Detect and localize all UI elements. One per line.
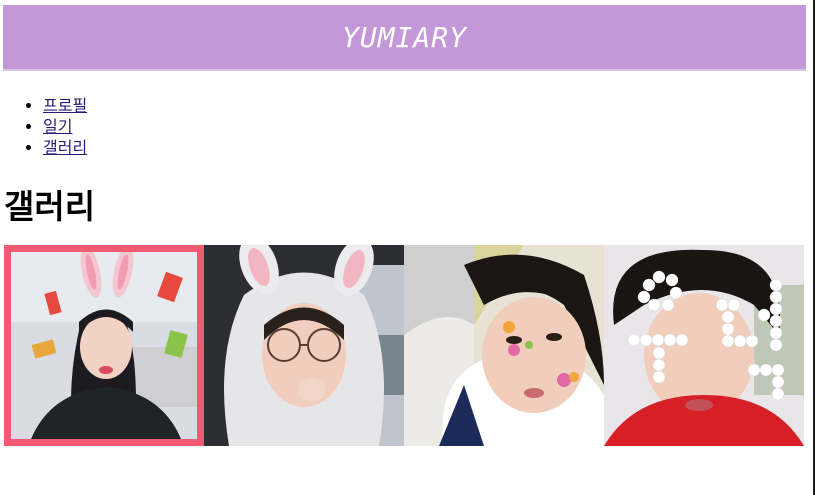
nav-item-diary: 일기 bbox=[43, 116, 87, 137]
gallery-photo-1[interactable] bbox=[4, 245, 204, 446]
nav-item-profile: 프로필 bbox=[43, 95, 87, 116]
gallery-photo-2[interactable] bbox=[204, 245, 404, 446]
nav-link-profile[interactable]: 프로필 bbox=[43, 96, 87, 115]
site-title: YUMIARY bbox=[341, 20, 467, 54]
nav-link-gallery[interactable]: 갤러리 bbox=[43, 138, 87, 157]
nav-link-diary[interactable]: 일기 bbox=[43, 117, 72, 136]
selfie-bunny-ears-photo bbox=[11, 252, 197, 439]
selfie-bunny-hood-glasses-photo bbox=[204, 245, 404, 446]
selfie-fruit-stickers-photo bbox=[404, 245, 604, 446]
gallery-photo-4[interactable] bbox=[604, 245, 804, 446]
nav-item-gallery: 갤러리 bbox=[43, 137, 87, 158]
site-header: YUMIARY bbox=[3, 5, 806, 71]
page-title: 갤러리 bbox=[4, 187, 96, 226]
main-nav: 프로필 일기 갤러리 bbox=[0, 95, 87, 158]
selfie-heart-letters-photo bbox=[604, 245, 804, 446]
photo-gallery bbox=[4, 245, 806, 446]
page: YUMIARY 프로필 일기 갤러리 갤러리 bbox=[0, 0, 815, 495]
gallery-photo-3[interactable] bbox=[404, 245, 604, 446]
